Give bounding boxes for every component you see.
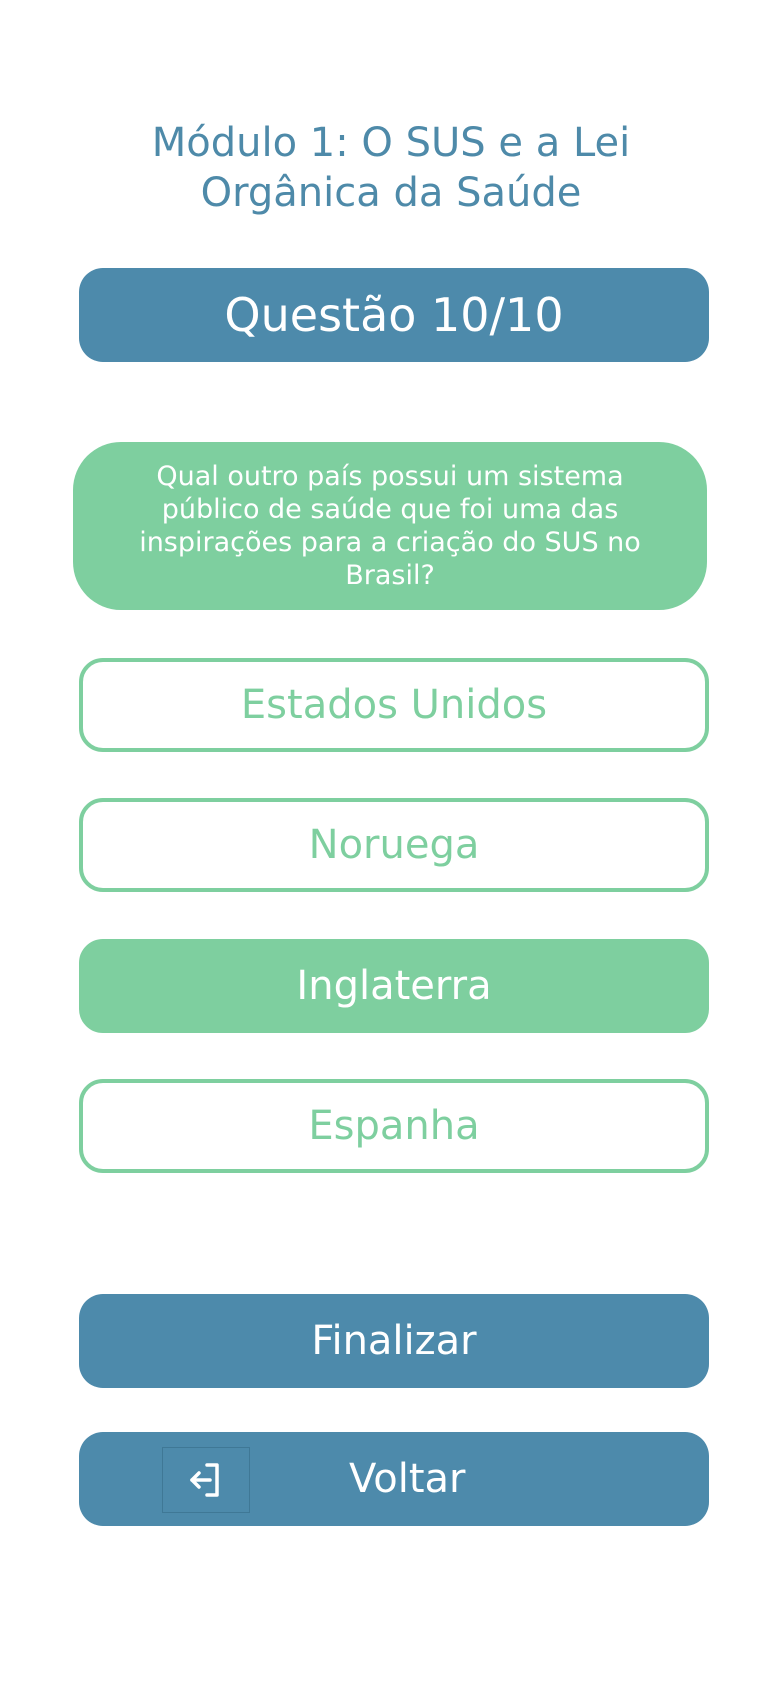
answer-option-noruega[interactable]: Noruega (79, 798, 709, 892)
question-card: Qual outro país possui um sistema públic… (73, 442, 707, 610)
answer-option-label: Noruega (308, 822, 480, 868)
answer-option-inglaterra[interactable]: Inglaterra (79, 939, 709, 1033)
exit-arrow-icon (162, 1447, 250, 1513)
back-button[interactable]: Voltar (79, 1432, 709, 1526)
answer-option-espanha[interactable]: Espanha (79, 1079, 709, 1173)
answer-option-estados-unidos[interactable]: Estados Unidos (79, 658, 709, 752)
module-title: Módulo 1: O SUS e a Lei Orgânica da Saúd… (151, 120, 631, 216)
answer-option-label: Estados Unidos (240, 682, 548, 728)
finish-button-label: Finalizar (311, 1318, 477, 1364)
finish-button[interactable]: Finalizar (79, 1294, 709, 1388)
question-text: Qual outro país possui um sistema públic… (139, 461, 641, 591)
question-counter: Questão 10/10 (79, 268, 709, 362)
answer-option-label: Inglaterra (296, 963, 492, 1009)
answer-option-label: Espanha (308, 1103, 480, 1149)
back-button-label: Voltar (349, 1456, 466, 1502)
